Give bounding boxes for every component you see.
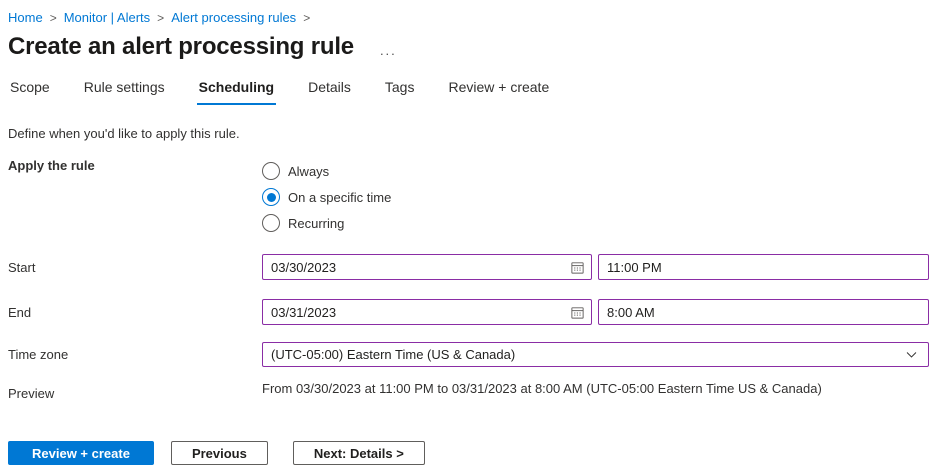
radio-label: Always [288,164,329,179]
title-row: Create an alert processing rule ... [8,33,943,61]
apply-rule-row: Apply the rule Always On a specific time… [8,158,943,236]
preview-label: Preview [8,381,262,401]
breadcrumb-home-link[interactable]: Home [8,10,43,25]
preview-row: Preview From 03/30/2023 at 11:00 PM to 0… [8,381,943,401]
preview-value: From 03/30/2023 at 11:00 PM to 03/31/202… [262,381,822,396]
timezone-dropdown[interactable]: (UTC-05:00) Eastern Time (US & Canada) [262,342,929,367]
tab-rule-settings[interactable]: Rule settings [82,76,167,105]
start-time-input[interactable] [599,260,928,275]
calendar-icon[interactable] [563,260,591,275]
wizard-footer: Review + create Previous Next: Details > [8,441,943,465]
start-label: Start [8,260,262,275]
radio-option-on-a-specific-time[interactable]: On a specific time [262,184,391,210]
wizard-tabs: Scope Rule settings Scheduling Details T… [8,76,943,105]
radio-selected-icon [262,188,280,206]
breadcrumb-separator: > [157,11,164,25]
more-options-icon[interactable]: ... [380,38,397,57]
apply-rule-label: Apply the rule [8,158,262,173]
radio-icon [262,162,280,180]
scheduling-description: Define when you'd like to apply this rul… [8,126,943,141]
start-date-input[interactable] [263,260,563,275]
radio-label: Recurring [288,216,344,231]
review-create-button[interactable]: Review + create [8,441,154,465]
apply-rule-radio-group: Always On a specific time Recurring [262,158,391,236]
radio-label: On a specific time [288,190,391,205]
breadcrumb-alert-processing-rules-link[interactable]: Alert processing rules [171,10,296,25]
breadcrumb: Home > Monitor | Alerts > Alert processi… [8,10,943,25]
radio-dot [267,193,276,202]
radio-icon [262,214,280,232]
radio-option-always[interactable]: Always [262,158,391,184]
tab-tags[interactable]: Tags [383,76,417,105]
end-row: End [8,299,943,325]
start-time-field [598,254,929,280]
end-label: End [8,305,262,320]
create-alert-processing-rule-page: Home > Monitor | Alerts > Alert processi… [0,0,943,465]
start-row: Start [8,254,943,280]
page-title: Create an alert processing rule [8,33,354,61]
breadcrumb-separator: > [50,11,57,25]
next-details-button[interactable]: Next: Details > [293,441,425,465]
timezone-label: Time zone [8,347,262,362]
end-date-field [262,299,592,325]
calendar-icon[interactable] [563,305,591,320]
tab-details[interactable]: Details [306,76,353,105]
end-time-input[interactable] [599,305,928,320]
scheduling-form: Apply the rule Always On a specific time… [8,158,943,401]
breadcrumb-monitor-alerts-link[interactable]: Monitor | Alerts [64,10,150,25]
timezone-row: Time zone (UTC-05:00) Eastern Time (US &… [8,342,943,367]
start-date-field [262,254,592,280]
previous-button[interactable]: Previous [171,441,268,465]
end-time-field [598,299,929,325]
tab-scheduling[interactable]: Scheduling [197,76,276,105]
timezone-selected-value: (UTC-05:00) Eastern Time (US & Canada) [271,347,515,362]
chevron-down-icon [905,348,918,361]
tab-review-create[interactable]: Review + create [446,76,551,105]
radio-option-recurring[interactable]: Recurring [262,210,391,236]
end-date-input[interactable] [263,305,563,320]
tab-scope[interactable]: Scope [8,76,52,105]
breadcrumb-separator: > [303,11,310,25]
